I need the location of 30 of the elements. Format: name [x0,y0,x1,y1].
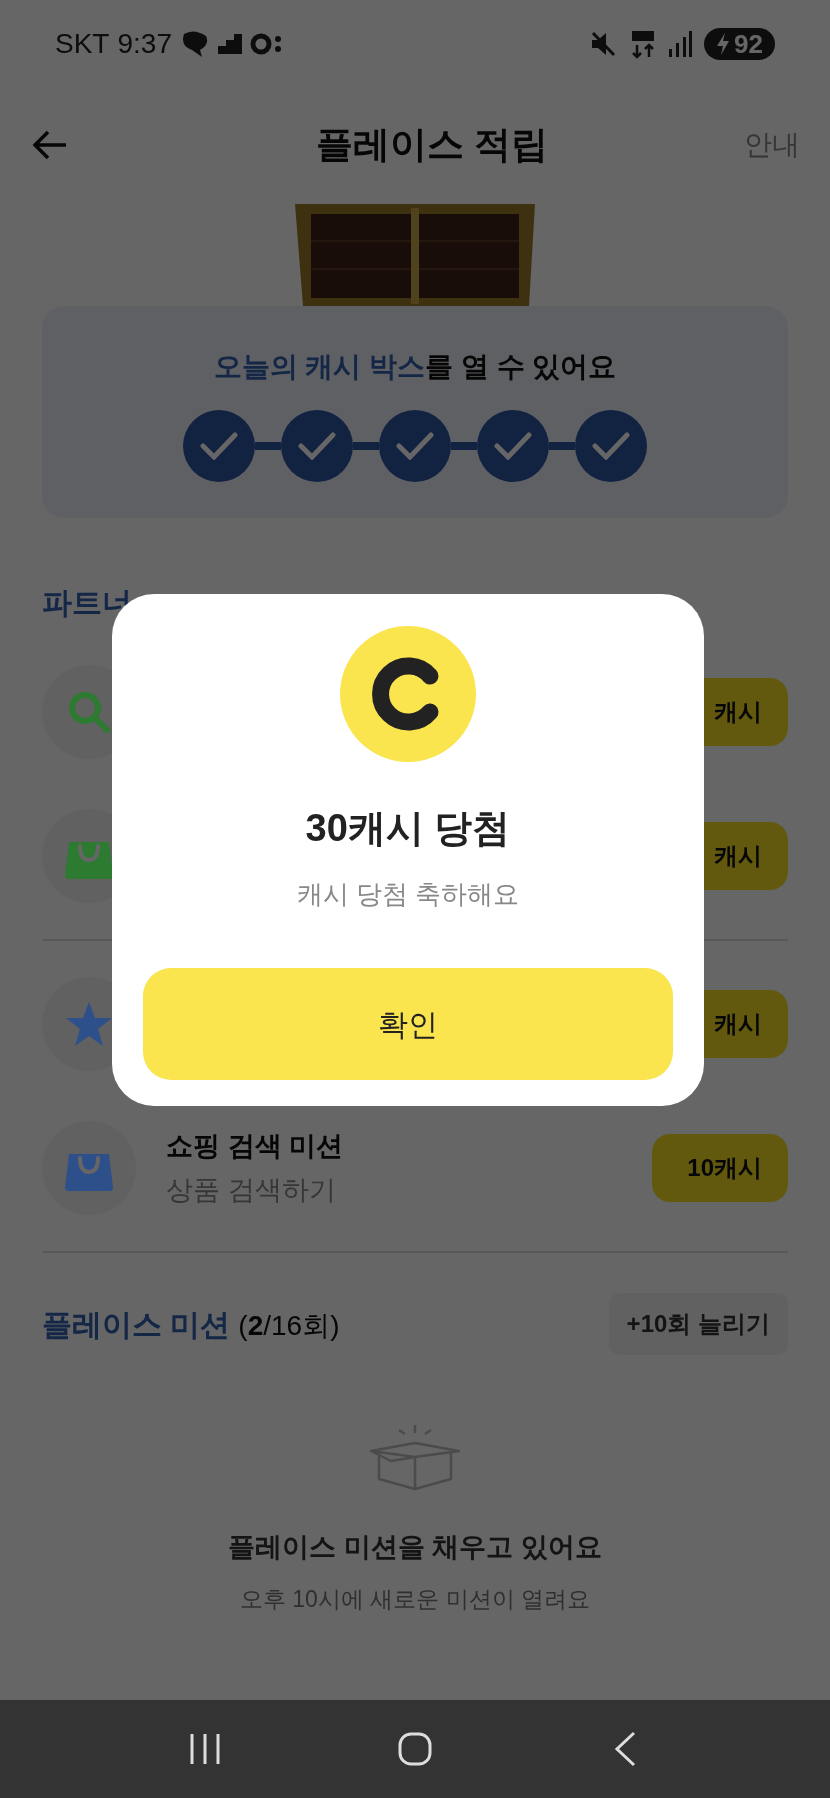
mission-count: (2/16회) [238,1308,340,1343]
check-icon [494,432,532,460]
dialog-message: 캐시 당첨 축하해요 [296,878,520,911]
back-arrow-icon [32,130,68,160]
carrier-name: SKT [55,27,110,61]
dialog-title: 30캐시 당첨 [305,806,511,851]
reward-button[interactable]: 10캐시 [652,1134,788,1202]
check-icon [396,432,434,460]
steps-icon [217,34,242,54]
confirm-button[interactable]: 확인 [143,968,673,1080]
back-icon [613,1731,637,1767]
battery-level: 92 [734,27,763,61]
extend-button[interactable]: +10회 늘리기 [608,1293,788,1355]
home-icon [398,1732,432,1766]
section-heading: 플레이스 미션 [42,1306,231,1343]
record-icon [249,33,284,55]
mission-title: 쇼핑 검색 미션 [166,1129,344,1163]
check-icon [200,432,238,460]
lte-data-icon [630,29,657,59]
clock-time: 9:37 [117,27,172,61]
coin-icon [340,626,476,762]
page-title: 플레이스 적립 [315,123,549,168]
recent-apps-icon [189,1732,221,1766]
open-box-icon [369,1423,461,1491]
check-icon [592,432,630,460]
cash-box-message: 오늘의 캐시 박스를 열 수 있어요 [213,350,617,384]
signal-icon [668,31,693,57]
check-icon [298,432,336,460]
empty-title: 플레이스 미션을 채우고 있어요 [228,1531,602,1564]
charging-bolt-icon [716,33,731,55]
